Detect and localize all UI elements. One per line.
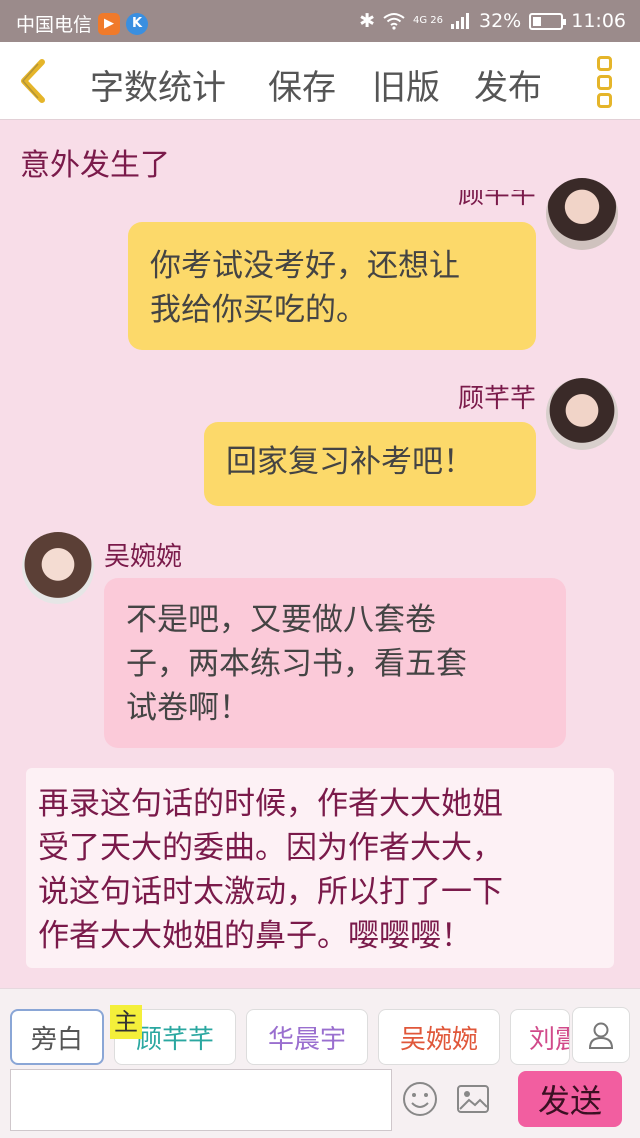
role-narrator[interactable]: 旁白 <box>10 1009 104 1065</box>
message-bubble[interactable]: 回家复习补考吧！ <box>204 422 536 506</box>
narration-line: 作者大大她姐的鼻子。嘤嘤嘤！ <box>38 918 472 954</box>
message-author: 顾芊芊 <box>457 384 536 414</box>
role-label: 旁白 <box>30 1024 83 1055</box>
chevron-left-icon <box>21 59 45 103</box>
publish-button[interactable]: 发布 <box>474 60 542 109</box>
avatar[interactable] <box>546 378 618 450</box>
message-input[interactable] <box>10 1069 392 1131</box>
composer-panel: 旁白 顾芊芊 主 华晨宇 吴婉婉 刘震 发送 <box>0 988 640 1138</box>
send-button[interactable]: 发送 <box>518 1071 622 1127</box>
role-label: 吴婉婉 <box>399 1024 478 1055</box>
network-type-label: 4G 26 <box>412 15 443 26</box>
message-bubble[interactable]: 你考试没考好，还想让 我给你买吃的。 <box>128 222 536 350</box>
battery-icon <box>529 12 567 30</box>
image-icon[interactable] <box>456 1083 490 1115</box>
k-app-icon: K <box>126 12 149 35</box>
more-menu-button[interactable] <box>590 56 618 108</box>
role-label: 顾芊芊 <box>135 1024 214 1055</box>
smiley-icon[interactable] <box>402 1081 438 1117</box>
bluetooth-icon: ✱ <box>359 10 375 32</box>
avatar[interactable] <box>546 178 618 250</box>
wifi-icon <box>383 13 405 30</box>
back-button[interactable] <box>14 58 54 104</box>
word-count-button[interactable]: 字数统计 <box>90 60 226 109</box>
save-button[interactable]: 保存 <box>268 60 336 109</box>
message-line: 不是吧，又要做八套卷 <box>126 602 436 638</box>
narration-line: 受了天大的委曲。因为作者大大， <box>38 830 503 866</box>
role-liu-zhen[interactable]: 刘震 <box>510 1009 570 1065</box>
status-bar: 中国电信 ▶ K ✱ 4G 26 32% 11:06 <box>0 0 640 42</box>
carrier-label: 中国电信 <box>16 14 93 36</box>
chat-title: 意外发生了 <box>20 148 170 183</box>
play-app-icon: ▶ <box>98 12 121 35</box>
message-line: 回家复习补考吧！ <box>226 444 474 480</box>
role-label: 刘震 <box>529 1024 569 1055</box>
message-author: 吴婉婉 <box>104 542 183 572</box>
message-line: 试卷啊！ <box>126 690 250 726</box>
battery-fill <box>533 16 542 26</box>
message-author: 顾芊芊 <box>457 190 536 210</box>
main-role-badge: 主 <box>110 1005 142 1039</box>
avatar[interactable] <box>22 532 94 604</box>
message-bubble[interactable]: 不是吧，又要做八套卷 子，两本练习书，看五套 试卷啊！ <box>104 578 566 748</box>
narration-line: 再录这句话的时候，作者大大她姐 <box>38 786 503 822</box>
narration-block[interactable]: 再录这句话的时候，作者大大她姐 受了天大的委曲。因为作者大大， 说这句话时太激动… <box>26 768 614 968</box>
top-toolbar: 字数统计 保存 旧版 发布 <box>0 42 640 120</box>
manage-roles-button[interactable] <box>572 1007 630 1063</box>
more-vertical-icon <box>596 56 612 71</box>
narration-line: 说这句话时太激动，所以打了一下 <box>38 874 503 910</box>
role-hua-chenyu[interactable]: 华晨宇 <box>246 1009 368 1065</box>
battery-percent: 32% <box>479 10 522 32</box>
message-line: 我给你买吃的。 <box>150 292 367 328</box>
more-dot <box>596 74 612 90</box>
clock: 11:06 <box>571 10 626 32</box>
signal-icon <box>451 13 469 29</box>
old-version-button[interactable]: 旧版 <box>372 60 440 109</box>
message-line: 子，两本练习书，看五套 <box>126 646 467 682</box>
role-label: 华晨宇 <box>267 1024 346 1055</box>
message-line: 你考试没考好，还想让 <box>150 248 460 284</box>
role-wu-wanwan[interactable]: 吴婉婉 <box>378 1009 500 1065</box>
more-dot <box>596 93 612 108</box>
user-icon <box>588 1022 614 1049</box>
